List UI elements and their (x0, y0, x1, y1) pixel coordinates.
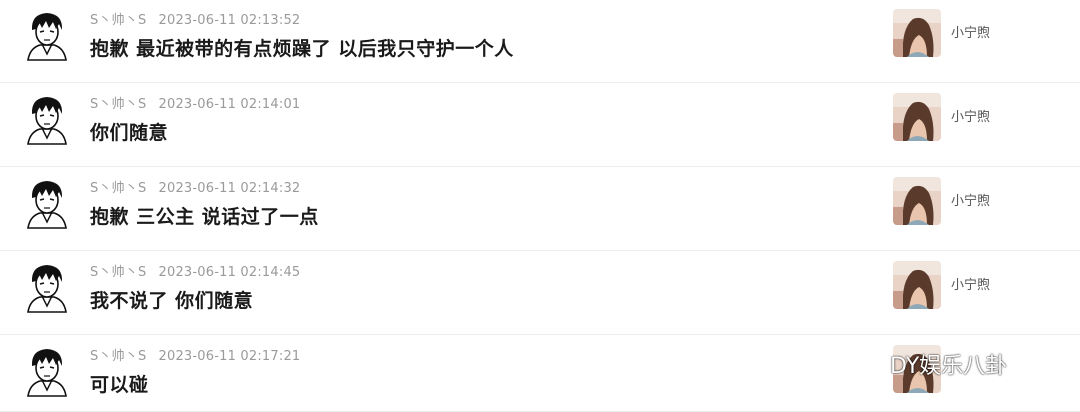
message-time: 2023-06-11 02:17:21 (158, 349, 301, 364)
message-meta: S丶帅丶S 2023-06-11 02:17:21 (90, 345, 300, 364)
message-time: 2023-06-11 02:14:32 (158, 181, 301, 196)
girl-photo-avatar-icon[interactable] (893, 9, 941, 57)
recipient-name[interactable]: 小宁煦 (951, 274, 990, 293)
sender-name[interactable]: S丶帅丶S (90, 265, 147, 280)
message-row[interactable]: S丶帅丶S 2023-06-11 02:14:01 你们随意 小宁煦 (0, 84, 1080, 167)
message-time: 2023-06-11 02:14:45 (158, 265, 301, 280)
recipient-name[interactable]: 小宁煦 (951, 106, 990, 125)
sender-name[interactable]: S丶帅丶S (90, 349, 147, 364)
message-meta: S丶帅丶S 2023-06-11 02:13:52 (90, 9, 300, 28)
message-meta: S丶帅丶S 2023-06-11 02:14:32 (90, 177, 300, 196)
manga-boy-avatar-icon[interactable] (22, 346, 72, 398)
manga-boy-avatar-icon[interactable] (22, 262, 72, 314)
girl-photo-avatar-icon[interactable] (893, 93, 941, 141)
message-row[interactable]: S丶帅丶S 2023-06-11 02:13:52 抱歉 最近被带的有点烦躁了 以… (0, 0, 1080, 83)
message-meta: S丶帅丶S 2023-06-11 02:14:45 (90, 261, 300, 280)
message-text: 抱歉 最近被带的有点烦躁了 以后我只守护一个人 (90, 38, 514, 60)
manga-boy-avatar-icon[interactable] (22, 178, 72, 230)
message-time: 2023-06-11 02:13:52 (158, 13, 301, 28)
message-meta: S丶帅丶S 2023-06-11 02:14:01 (90, 93, 300, 112)
message-text: 你们随意 (90, 122, 169, 144)
girl-photo-avatar-icon[interactable] (893, 345, 941, 393)
message-text: 抱歉 三公主 说话过了一点 (90, 206, 319, 228)
message-time: 2023-06-11 02:14:01 (158, 97, 301, 112)
manga-boy-avatar-icon[interactable] (22, 10, 72, 62)
message-row[interactable]: S丶帅丶S 2023-06-11 02:14:45 我不说了 你们随意 小宁煦 (0, 252, 1080, 335)
manga-boy-avatar-icon[interactable] (22, 94, 72, 146)
sender-name[interactable]: S丶帅丶S (90, 181, 147, 196)
recipient-name[interactable]: 小宁煦 (951, 22, 990, 41)
message-text: 可以碰 (90, 374, 149, 396)
sender-name[interactable]: S丶帅丶S (90, 13, 147, 28)
recipient-name[interactable]: 小宁煦 (951, 190, 990, 209)
message-row[interactable]: S丶帅丶S 2023-06-11 02:14:32 抱歉 三公主 说话过了一点 小… (0, 168, 1080, 251)
message-row[interactable]: S丶帅丶S 2023-06-11 02:17:21 可以碰 (0, 336, 1080, 412)
girl-photo-avatar-icon[interactable] (893, 261, 941, 309)
message-text: 我不说了 你们随意 (90, 290, 254, 312)
sender-name[interactable]: S丶帅丶S (90, 97, 147, 112)
message-list: S丶帅丶S 2023-06-11 02:13:52 抱歉 最近被带的有点烦躁了 以… (0, 0, 1080, 412)
girl-photo-avatar-icon[interactable] (893, 177, 941, 225)
